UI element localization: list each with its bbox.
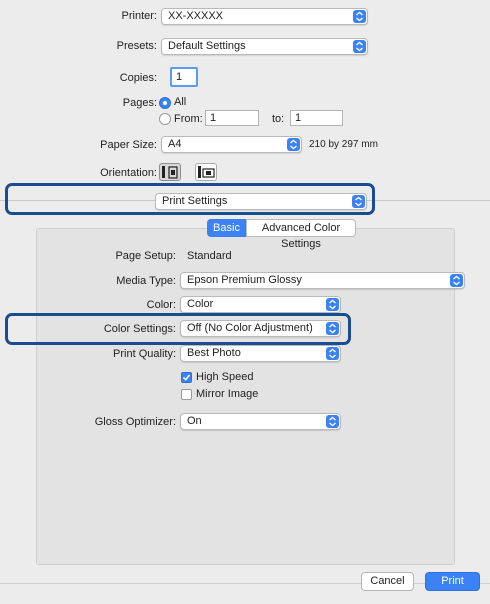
popup-arrows-icon (353, 40, 366, 53)
print-quality-popup[interactable]: Best Photo (180, 345, 341, 362)
color-settings-callout (5, 313, 351, 345)
presets-popup[interactable]: Default Settings (161, 38, 368, 55)
cancel-button[interactable]: Cancel (361, 572, 414, 591)
popup-arrows-icon (326, 298, 339, 311)
print-settings-callout (5, 183, 375, 215)
copies-label: Copies: (119, 72, 157, 84)
paper-size-label: Paper Size: (100, 139, 157, 151)
pages-all-label: All (174, 96, 187, 108)
media-type-label: Media Type: (116, 275, 176, 287)
page-setup-label: Page Setup: (115, 250, 176, 262)
color-label: Color: (146, 299, 176, 311)
portrait-icon[interactable] (159, 163, 181, 181)
mirror-image-checkbox[interactable] (181, 389, 192, 400)
printer-value: XX-XXXXX (168, 10, 224, 22)
pages-to-label: to: (272, 113, 285, 125)
orientation-label: Orientation: (100, 167, 157, 179)
pages-all-radio[interactable] (159, 97, 171, 109)
paper-size-popup[interactable]: A4 (161, 136, 302, 153)
gloss-optimizer-label: Gloss Optimizer: (94, 416, 176, 428)
tab-advanced-color-settings[interactable]: Advanced Color Settings (246, 219, 356, 250)
pages-from-field[interactable]: 1 (205, 110, 259, 126)
popup-arrows-icon (326, 347, 339, 360)
footer-separator (0, 583, 490, 584)
pages-from-radio[interactable] (159, 113, 171, 125)
pages-from-label: From: (174, 113, 203, 125)
presets-value: Default Settings (168, 40, 246, 52)
presets-label: Presets: (116, 40, 157, 52)
paper-dimensions: 210 by 297 mm (309, 139, 378, 150)
high-speed-label: High Speed (196, 371, 254, 383)
gloss-optimizer-value: On (187, 415, 202, 427)
popup-arrows-icon (353, 10, 366, 23)
mirror-image-label: Mirror Image (196, 388, 259, 400)
printer-label: Printer: (121, 10, 157, 22)
color-popup[interactable]: Color (180, 296, 341, 313)
pages-to-field[interactable]: 1 (290, 110, 343, 126)
popup-arrows-icon (287, 138, 300, 151)
page-setup-value: Standard (187, 250, 232, 262)
pages-label: Pages: (122, 97, 157, 109)
print-quality-value: Best Photo (187, 347, 241, 359)
popup-arrows-icon (450, 274, 463, 287)
print-quality-label: Print Quality: (113, 348, 176, 360)
media-type-value: Epson Premium Glossy (187, 274, 302, 286)
tab-basic[interactable]: Basic (207, 219, 246, 237)
landscape-icon[interactable] (195, 163, 217, 181)
popup-arrows-icon (326, 415, 339, 428)
media-type-popup[interactable]: Epson Premium Glossy (180, 272, 465, 289)
high-speed-checkbox[interactable] (181, 372, 192, 383)
paper-size-value: A4 (168, 138, 182, 150)
copies-field[interactable]: 1 (170, 67, 198, 87)
print-button[interactable]: Print (425, 572, 480, 591)
gloss-optimizer-popup[interactable]: On (180, 413, 341, 430)
color-value: Color (187, 298, 214, 310)
printer-popup[interactable]: XX-XXXXX (161, 8, 368, 25)
